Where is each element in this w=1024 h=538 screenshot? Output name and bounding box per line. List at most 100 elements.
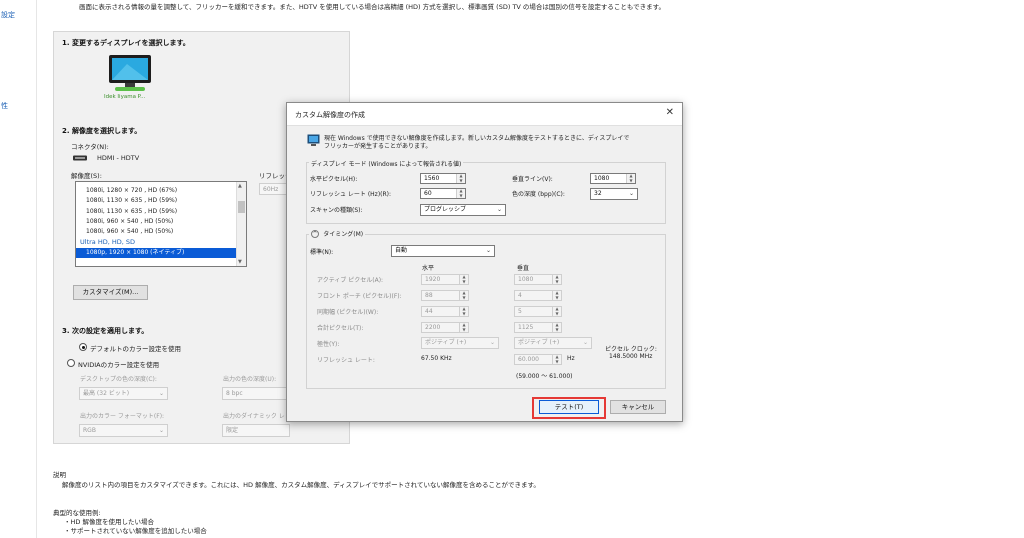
output-depth-dropdown[interactable]: 8 bpc — [222, 387, 290, 400]
resolution-label: 解像度(S): — [71, 172, 102, 180]
close-icon[interactable]: ✕ — [666, 107, 674, 118]
scan-type-select[interactable]: プログレッシブ ⌄ — [420, 204, 506, 216]
color-depth-value: 32 — [594, 190, 602, 197]
spin-arrows-icon[interactable]: ▲ ▼ — [552, 322, 561, 332]
cancel-button[interactable]: キャンセル — [610, 400, 666, 414]
spin-arrows-icon[interactable]: ▲ ▼ — [552, 306, 561, 316]
v-lines-label: 垂直ライン(V): — [512, 176, 553, 183]
desktop-depth-value: 最高 (32 ビット) — [83, 390, 130, 397]
spin-arrows-icon[interactable]: ▲ ▼ — [459, 290, 468, 300]
color-format-label: 出力のカラー フォーマット(F): — [80, 413, 165, 420]
spin-arrows-icon[interactable]: ▲ ▼ — [459, 306, 468, 316]
chevron-down-icon: ⌄ — [158, 427, 164, 434]
timing-legend-label: タイミング(M) — [323, 231, 364, 238]
color-depth-select[interactable]: 32 ⌄ — [590, 188, 638, 200]
front-porch-v-input[interactable]: 4 ▲ ▼ — [514, 290, 562, 301]
list-scrollbar[interactable]: ▲ ▼ — [236, 182, 246, 266]
v-lines-input[interactable]: 1080 ▲ ▼ — [590, 173, 636, 184]
standard-value: 自動 — [395, 247, 408, 254]
sidebar-link-secondary[interactable]: 性 — [1, 101, 8, 111]
customize-button[interactable]: カスタマイズ(M)... — [73, 285, 148, 300]
col-vertical: 垂直 — [517, 265, 530, 272]
connector-value: HDMI - HDTV — [97, 154, 140, 162]
connector-label: コネクタ(N): — [71, 143, 109, 151]
color-depth-label: 色の深度 (bpp)(C): — [512, 191, 565, 198]
typical-item: ・サポートされていない解像度を追加したい場合 — [64, 527, 207, 535]
section2-title: 2. 解像度を選択します。 — [62, 127, 142, 135]
section1-title: 1. 変更するディスプレイを選択します。 — [62, 39, 190, 47]
radio-default-label: デフォルトのカラー設定を使用 — [90, 345, 181, 353]
list-item[interactable]: 1080i, 1280 × 720 , HD (67%) — [76, 186, 246, 196]
refresh-rate-value: 60Hz — [263, 186, 279, 193]
dynamic-range-value: 限定 — [226, 427, 239, 434]
spin-arrows-icon[interactable]: ▲ ▼ — [459, 322, 468, 332]
radio-nvidia-label: NVIDIAのカラー設定を使用 — [78, 361, 160, 369]
display-mode-legend: ディスプレイ モード (Windows によって報告される値) — [309, 159, 464, 168]
sync-width-v-input[interactable]: 5 ▲ ▼ — [514, 306, 562, 317]
color-format-dropdown[interactable]: RGB ⌄ — [79, 424, 168, 437]
desktop-depth-dropdown[interactable]: 最高 (32 ビット) ⌄ — [79, 387, 168, 400]
refresh-rate-label: リフレッシュ レート (Hz)(R): — [310, 191, 392, 198]
color-format-value: RGB — [83, 427, 96, 434]
list-item[interactable]: 1080i, 1130 × 635 , HD (59%) — [76, 196, 246, 206]
total-v-input[interactable]: 1125 ▲ ▼ — [514, 322, 562, 333]
dynamic-range-dropdown[interactable]: 限定 — [222, 424, 290, 437]
list-item[interactable]: 1080i, 960 × 540 , HD (50%) — [76, 217, 246, 227]
timing-legend[interactable]: ^ タイミング(M) — [309, 229, 366, 238]
left-sidebar: 設定 性 — [0, 0, 37, 538]
scroll-down-icon[interactable]: ▼ — [238, 259, 242, 265]
section3-title: 3. 次の設定を適用します。 — [62, 327, 149, 335]
col-horizontal: 水平 — [422, 265, 435, 272]
collapse-chevron-icon[interactable]: ^ — [311, 229, 319, 238]
refresh-rate-dropdown[interactable]: 60Hz — [259, 183, 287, 195]
active-pixels-label: アクティブ ピクセル(A): — [317, 277, 384, 284]
spin-arrows-icon[interactable]: ▲ ▼ — [456, 173, 465, 183]
scroll-thumb[interactable] — [238, 201, 245, 213]
total-h-value: 2200 — [425, 324, 441, 331]
refresh-rate-input-value: 60 — [424, 190, 432, 197]
standard-select[interactable]: 自動 ⌄ — [391, 245, 495, 257]
sync-width-h-input[interactable]: 44 ▲ ▼ — [421, 306, 469, 317]
list-item-selected[interactable]: 1080p, 1920 × 1080 (ネイティブ) — [76, 247, 246, 259]
spin-arrows-icon[interactable]: ▲ ▼ — [552, 274, 561, 284]
sidebar-link-settings[interactable]: 設定 — [1, 10, 15, 20]
radio-nvidia-color[interactable] — [67, 359, 75, 367]
scan-type-value: プログレッシブ — [424, 206, 467, 213]
spin-arrows-icon[interactable]: ▲ ▼ — [552, 354, 561, 364]
refresh-rate-input[interactable]: 60 ▲ ▼ — [420, 188, 466, 199]
resolution-list[interactable]: 1080i, 1280 × 720 , HD (67%) 1080i, 1130… — [75, 181, 247, 267]
polarity-h-select[interactable]: ポジティブ (+) ⌄ — [421, 337, 499, 349]
h-pixels-input[interactable]: 1560 ▲ ▼ — [420, 173, 466, 184]
h-pixels-value: 1560 — [424, 175, 440, 182]
spin-arrows-icon[interactable]: ▲ ▼ — [626, 173, 635, 183]
spin-arrows-icon[interactable]: ▲ ▼ — [456, 188, 465, 198]
refresh-v-input[interactable]: 60.000 ▲ ▼ — [514, 354, 562, 365]
top-description: 画面に表示される情報の量を調整して、フリッカーを緩和できます。また、HDTV を… — [79, 3, 666, 11]
output-depth-label: 出力の色の深度(U): — [223, 376, 277, 383]
list-item[interactable]: 1080i, 1130 × 635 , HD (59%) — [76, 207, 246, 217]
active-h-value: 1920 — [425, 276, 441, 283]
total-pixels-label: 合計ピクセル(T): — [317, 325, 364, 332]
monitor-tile[interactable]: Idek Iiyama P... — [104, 54, 153, 102]
chevron-down-icon: ⌄ — [489, 339, 495, 346]
front-porch-v-value: 4 — [518, 292, 522, 299]
active-v-input[interactable]: 1080 ▲ ▼ — [514, 274, 562, 285]
total-v-value: 1125 — [518, 324, 534, 331]
refresh-v-value: 60.000 — [518, 356, 539, 363]
chevron-down-icon: ⌄ — [628, 190, 634, 197]
list-item[interactable]: 1080i, 960 × 540 , HD (50%) — [76, 227, 246, 237]
radio-default-color[interactable] — [79, 343, 87, 351]
spin-arrows-icon[interactable]: ▲ ▼ — [459, 274, 468, 284]
dialog-titlebar[interactable]: カスタム解像度の作成 ✕ — [287, 103, 682, 126]
total-h-input[interactable]: 2200 ▲ ▼ — [421, 322, 469, 333]
spin-arrows-icon[interactable]: ▲ ▼ — [552, 290, 561, 300]
dynamic-range-label: 出力のダイナミック レ — [223, 413, 285, 420]
h-pixels-label: 水平ピクセル(H): — [310, 176, 358, 183]
front-porch-h-input[interactable]: 88 ▲ ▼ — [421, 290, 469, 301]
desktop-depth-label: デスクトップの色の深度(C): — [80, 376, 157, 383]
scroll-up-icon[interactable]: ▲ — [238, 183, 242, 189]
polarity-v-select[interactable]: ポジティブ (+) ⌄ — [514, 337, 592, 349]
active-h-input[interactable]: 1920 ▲ ▼ — [421, 274, 469, 285]
front-porch-h-value: 88 — [425, 292, 433, 299]
refresh-range: (59.000 ～ 61.000) — [516, 373, 573, 380]
